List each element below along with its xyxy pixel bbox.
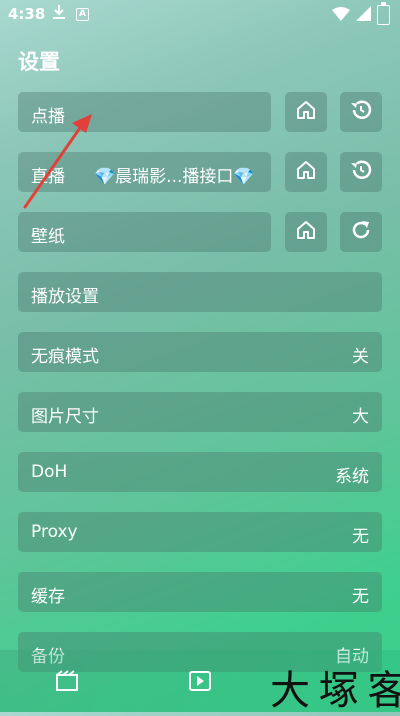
annotation-arrow [23,114,92,209]
